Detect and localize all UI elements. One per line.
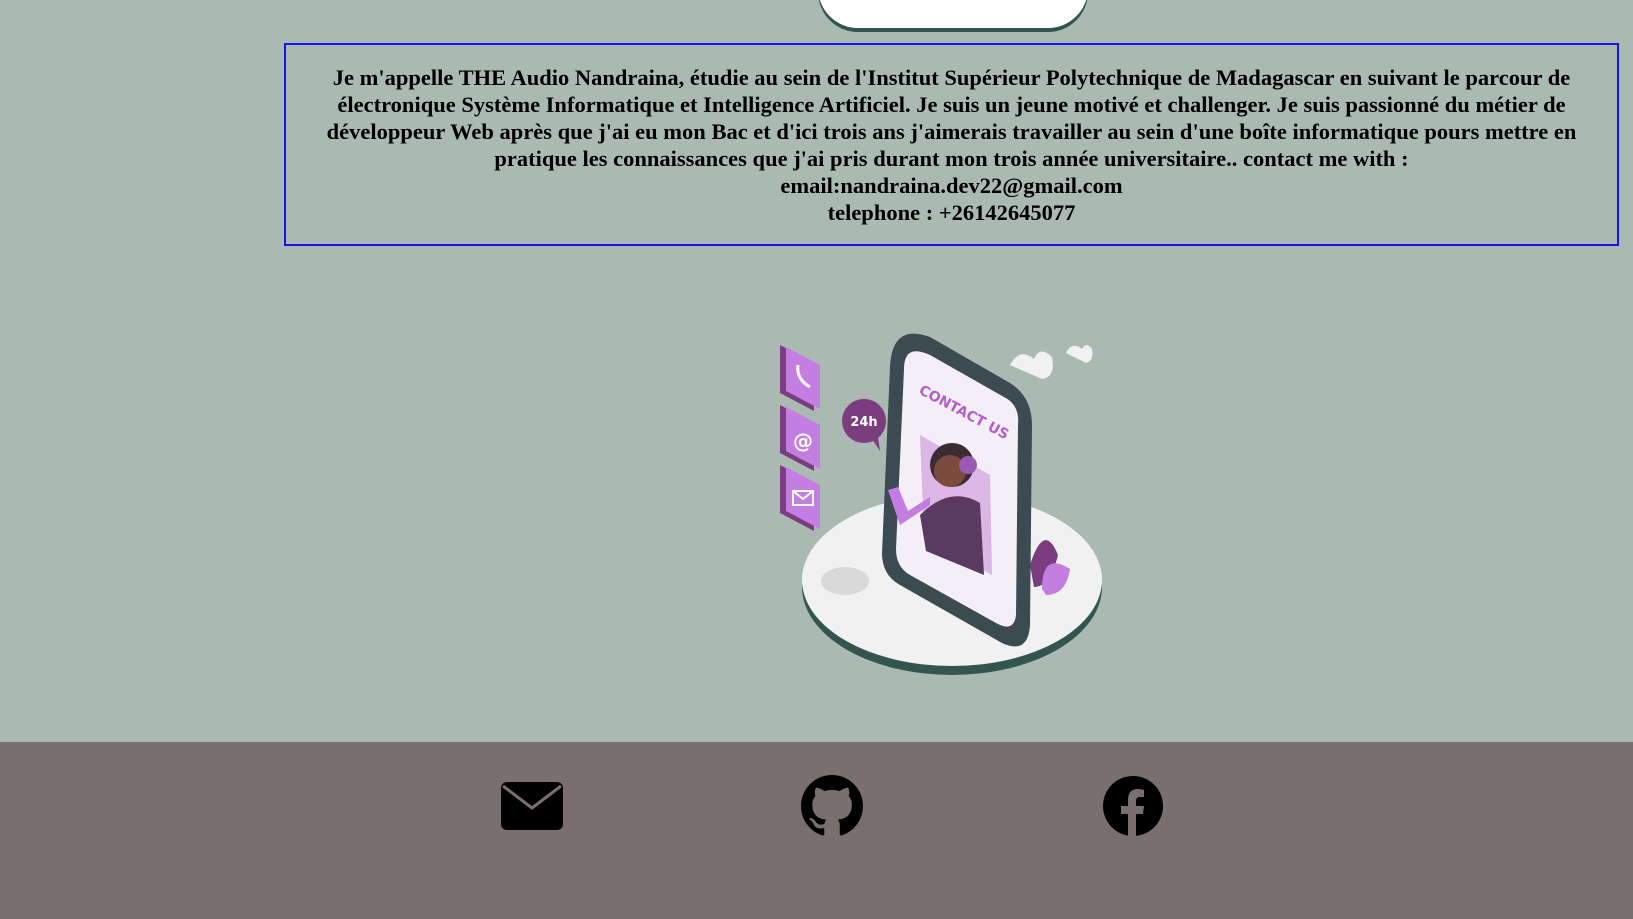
top-decorative-pill [818, 0, 1088, 28]
about-section: Je m'appelle THE Audio Nandraina, étudie… [284, 43, 1619, 246]
github-icon [801, 775, 863, 836]
contact-us-illustration: CONTACT US 24h @ [780, 325, 1120, 695]
facebook-link[interactable] [1101, 774, 1165, 838]
envelope-icon [780, 465, 820, 531]
facebook-icon [1103, 776, 1163, 836]
github-link[interactable] [800, 774, 864, 838]
envelope-icon [501, 782, 563, 830]
contact-phone: telephone : +26142645077 [827, 200, 1076, 225]
at-icon: @ [780, 405, 820, 471]
footer [0, 742, 1633, 919]
email-link[interactable] [500, 774, 564, 838]
contact-email: email:nandraina.dev22@gmail.com [780, 173, 1123, 198]
svg-text:@: @ [793, 429, 813, 453]
badge-24h-text: 24h [850, 415, 877, 430]
phone-icon [780, 345, 820, 411]
about-paragraph: Je m'appelle THE Audio Nandraina, étudie… [326, 65, 1577, 171]
contact-illustration-image: CONTACT US 24h @ [780, 333, 1102, 675]
